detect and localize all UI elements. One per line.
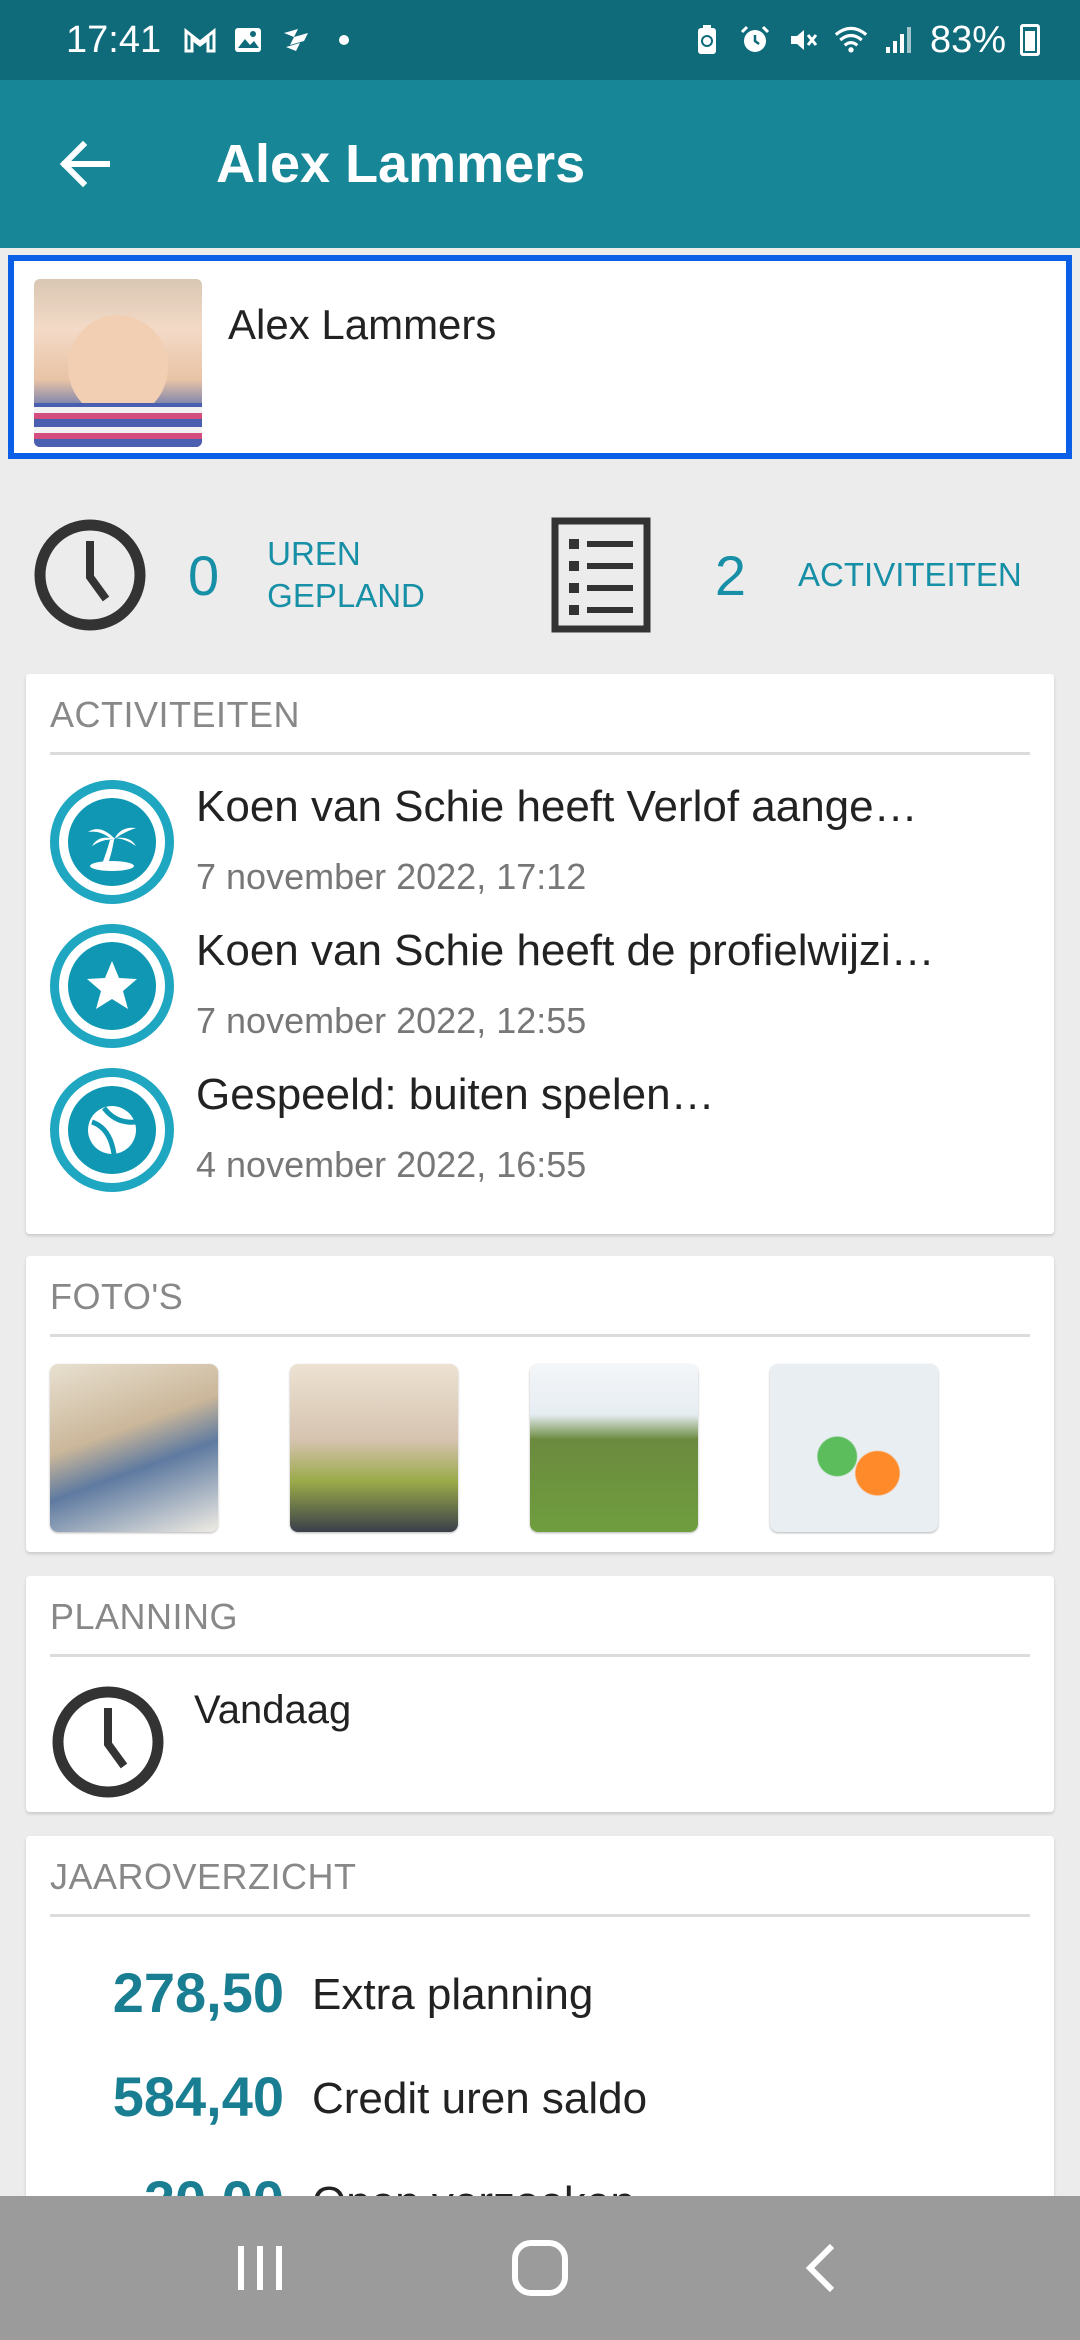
photo-thumbnail[interactable] — [290, 1364, 458, 1532]
year-overview-row: 278,50 Extra planning — [26, 1960, 1054, 2040]
battery-saver-icon — [690, 23, 724, 57]
profile-name: Alex Lammers — [228, 301, 497, 348]
activity-title: Koen van Schie heeft de profielwijzi… — [196, 926, 935, 975]
year-overview-label: Extra planning — [312, 1970, 594, 2019]
clock-icon — [34, 519, 146, 631]
arrow-left-icon — [59, 140, 110, 188]
wifi-icon — [834, 23, 868, 57]
star-icon — [50, 924, 174, 1048]
signal-icon — [882, 23, 916, 57]
system-icons: 83% — [690, 19, 1040, 62]
page-title: Alex Lammers — [216, 134, 586, 194]
home-icon — [512, 2240, 568, 2296]
year-overview-value: 278,50 — [112, 1961, 284, 2024]
recent-apps-button[interactable] — [210, 2218, 310, 2318]
year-overview-title: JAAROVERZICHT — [50, 1856, 357, 1897]
system-nav-bar — [0, 2196, 1080, 2340]
image-icon — [231, 23, 265, 57]
clock-icon — [52, 1686, 164, 1798]
alarm-icon — [738, 23, 772, 57]
planning-card-title: PLANNING — [50, 1596, 239, 1637]
activity-item[interactable]: Gespeeld: buiten spelen… 4 november 2022… — [50, 1062, 1030, 1202]
profile-header[interactable]: Alex Lammers — [8, 255, 1072, 459]
activity-item[interactable]: Koen van Schie heeft de profielwijzi… 7 … — [50, 918, 1030, 1058]
gmail-icon — [183, 23, 217, 57]
battery-percent: 83% — [929, 18, 1006, 61]
activity-title: Koen van Schie heeft Verlof aange… — [196, 782, 918, 831]
mute-icon — [786, 23, 820, 57]
activity-item[interactable]: Koen van Schie heeft Verlof aange… 7 nov… — [50, 774, 1030, 914]
list-icon — [551, 517, 651, 633]
avatar — [34, 279, 202, 447]
back-nav-button[interactable] — [770, 2218, 870, 2318]
activities-card: ACTIVITEITEN Koen van Schie heeft Verlof… — [26, 674, 1054, 1234]
year-overview-row: 584,40 Credit uren saldo — [26, 2064, 1054, 2144]
photos-card-title: FOTO'S — [50, 1276, 184, 1317]
photo-strip — [50, 1364, 938, 1532]
ball-icon — [50, 1068, 174, 1192]
recent-apps-icon — [238, 2246, 282, 2290]
hours-planned-label: UREN GEPLAND — [267, 535, 425, 614]
activity-title: Gespeeld: buiten spelen… — [196, 1070, 715, 1119]
activities-count-label: ACTIVITEITEN — [798, 556, 1022, 593]
photos-card: FOTO'S — [26, 1256, 1054, 1552]
stats-row: 0 UREN GEPLAND 2 ACTIVITEITEN — [0, 505, 1080, 645]
status-time: 17:41 — [66, 18, 162, 61]
activity-date: 4 november 2022, 16:55 — [196, 1144, 587, 1185]
planning-card[interactable]: PLANNING Vandaag — [26, 1576, 1054, 1812]
planning-today: Vandaag — [194, 1688, 352, 1732]
photo-thumbnail[interactable] — [530, 1364, 698, 1532]
activities-card-title: ACTIVITEITEN — [50, 694, 301, 735]
year-overview-value: 584,40 — [112, 2065, 284, 2128]
hours-planned-value: 0 — [188, 543, 220, 607]
notification-icons — [183, 23, 361, 57]
chevron-left-icon — [805, 2243, 835, 2293]
activity-date: 7 november 2022, 12:55 — [196, 1000, 587, 1041]
year-overview-card: JAAROVERZICHT 278,50 Extra planning 584,… — [26, 1836, 1054, 2256]
home-button[interactable] — [490, 2218, 590, 2318]
photo-thumbnail[interactable] — [770, 1364, 938, 1532]
back-button[interactable] — [30, 109, 140, 219]
activity-date: 7 november 2022, 17:12 — [196, 856, 587, 897]
status-bar: 17:41 83% — [0, 0, 1080, 80]
year-overview-label: Credit uren saldo — [312, 2074, 648, 2123]
app-bar: Alex Lammers — [0, 80, 1080, 248]
sync-icon — [279, 23, 313, 57]
photo-thumbnail[interactable] — [50, 1364, 218, 1532]
activities-count-value: 2 — [714, 543, 747, 607]
battery-icon — [1020, 24, 1040, 56]
dot-icon — [327, 23, 361, 57]
palm-tree-icon — [50, 780, 174, 904]
